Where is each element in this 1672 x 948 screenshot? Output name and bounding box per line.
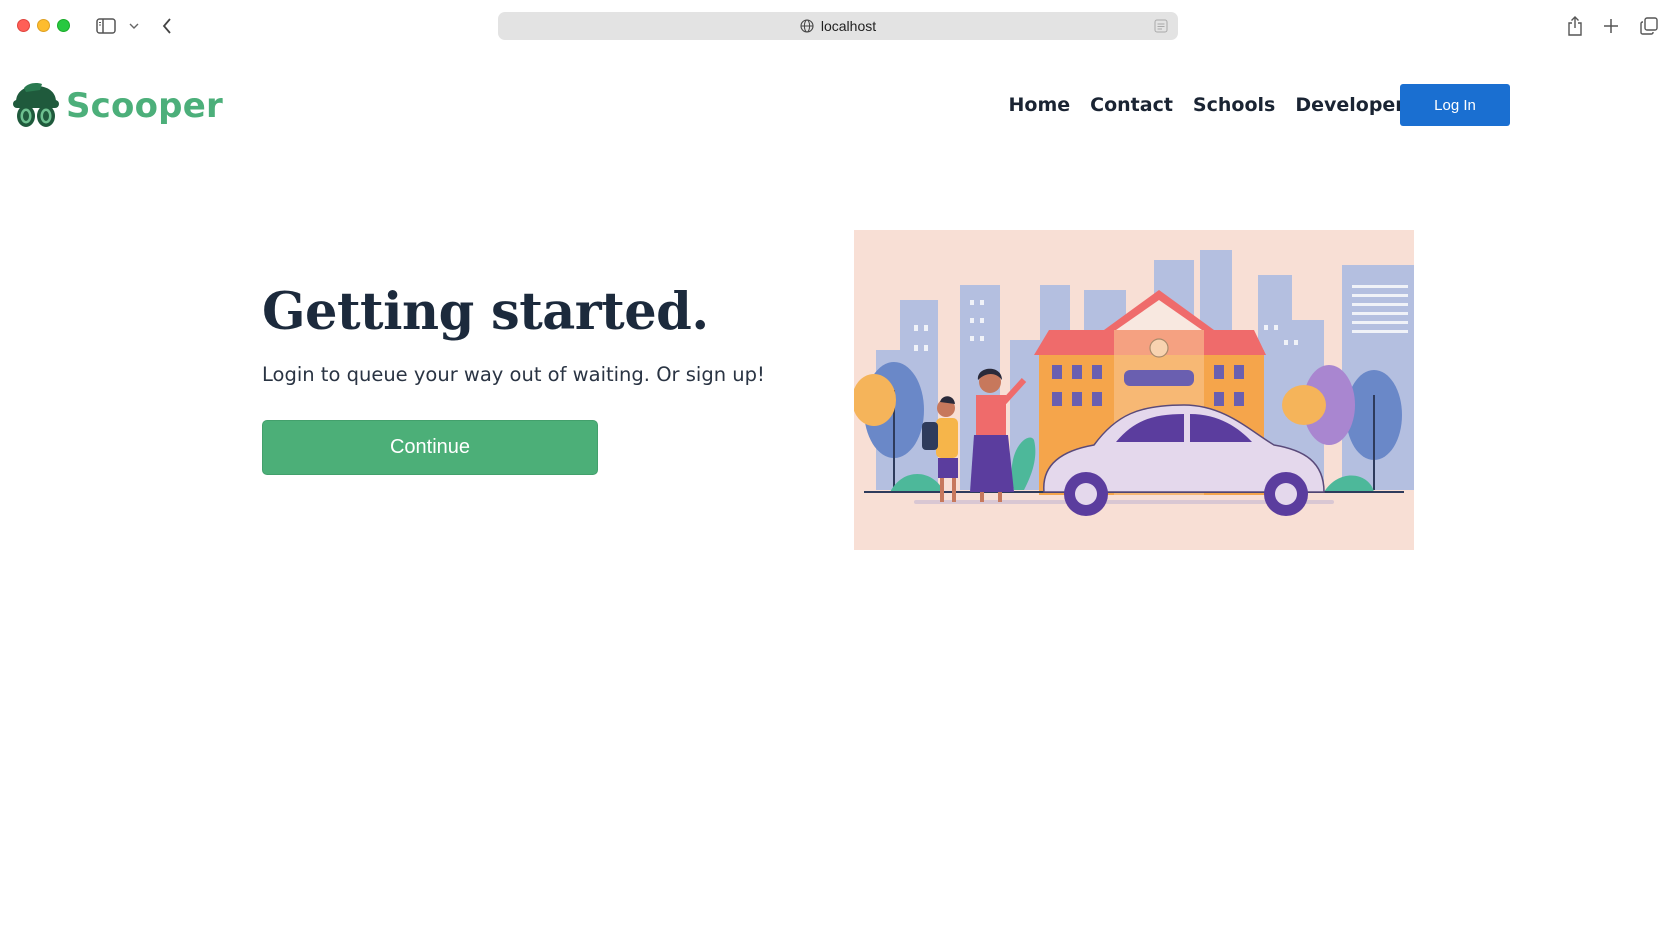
maximize-window-button[interactable] xyxy=(57,19,70,32)
url-text: localhost xyxy=(820,18,877,34)
plus-icon[interactable] xyxy=(1601,14,1621,38)
page-subtitle: Login to queue your way out of waiting. … xyxy=(262,363,765,386)
continue-button[interactable]: Continue xyxy=(262,420,598,475)
green-car-logo-icon xyxy=(10,78,62,135)
tabs-overview-icon[interactable] xyxy=(1638,14,1660,38)
site-logo[interactable]: Scooper xyxy=(10,80,223,132)
nav-link-home[interactable]: Home xyxy=(1009,94,1071,116)
main-nav: Home Contact Schools Developers xyxy=(1009,84,1417,126)
hero-illustration xyxy=(854,230,1414,550)
nav-link-developers[interactable]: Developers xyxy=(1295,94,1416,116)
login-button[interactable]: Log In xyxy=(1400,84,1510,126)
globe-icon xyxy=(800,19,814,33)
reader-icon[interactable] xyxy=(1154,19,1168,33)
chevron-down-icon[interactable] xyxy=(127,14,141,38)
chevron-left-icon[interactable] xyxy=(158,14,176,38)
share-icon[interactable] xyxy=(1565,14,1585,38)
browser-toolbar: localhost xyxy=(0,0,1672,52)
page-title: Getting started. xyxy=(262,282,709,342)
minimize-window-button[interactable] xyxy=(37,19,50,32)
brand-name: Scooper xyxy=(66,86,223,126)
close-window-button[interactable] xyxy=(17,19,30,32)
nav-link-contact[interactable]: Contact xyxy=(1090,94,1173,116)
sidebar-icon[interactable] xyxy=(94,14,118,38)
address-bar[interactable]: localhost xyxy=(498,12,1178,40)
nav-link-schools[interactable]: Schools xyxy=(1193,94,1275,116)
